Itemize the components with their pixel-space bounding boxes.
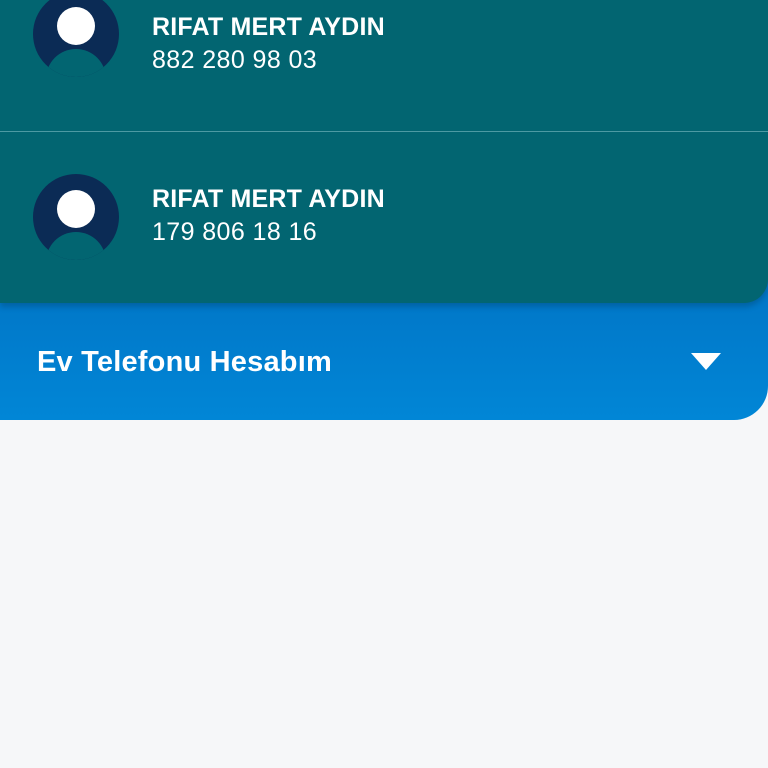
account-name: RIFAT MERT AYDIN (152, 185, 385, 213)
account-name: RIFAT MERT AYDIN (152, 13, 385, 41)
account-list: RIFAT MERT AYDIN 882 280 98 03 RIFAT MER… (0, 0, 768, 303)
account-number: 179 806 18 16 (152, 218, 318, 246)
account-row[interactable]: RIFAT MERT AYDIN 179 806 18 16 (0, 132, 768, 303)
user-avatar-icon (33, 174, 119, 260)
caret-down-icon[interactable] (691, 353, 721, 370)
account-number: 882 280 98 03 (152, 46, 318, 74)
user-avatar-icon (33, 0, 119, 77)
section-title: Ev Telefonu Hesabım (37, 346, 332, 378)
screen: Ev Telefonu Hesabım RIFAT MERT AYDIN 882… (0, 0, 768, 768)
account-row[interactable]: RIFAT MERT AYDIN 882 280 98 03 (0, 0, 768, 131)
